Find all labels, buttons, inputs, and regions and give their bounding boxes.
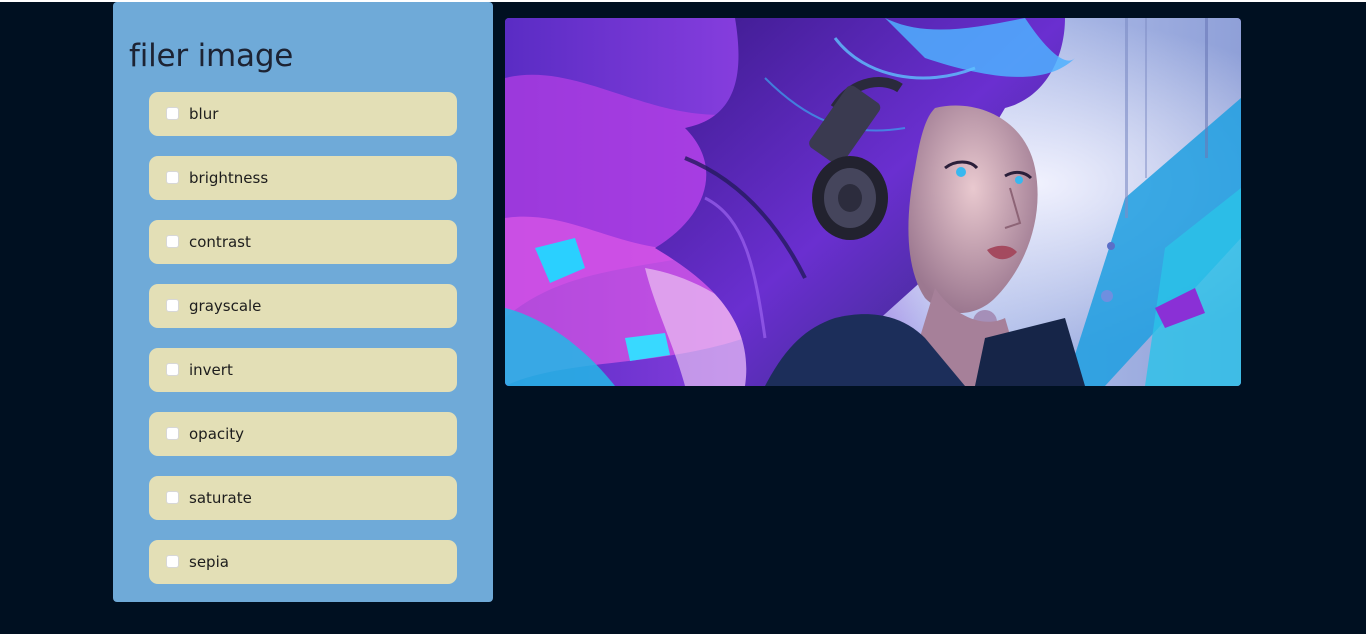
filter-item-contrast[interactable]: contrast bbox=[149, 220, 457, 264]
filter-item-sepia[interactable]: sepia bbox=[149, 540, 457, 584]
sepia-checkbox[interactable] bbox=[166, 555, 179, 568]
filter-list: blur brightness contrast grayscale inver… bbox=[149, 92, 457, 604]
filter-item-brightness[interactable]: brightness bbox=[149, 156, 457, 200]
filter-item-blur[interactable]: blur bbox=[149, 92, 457, 136]
filter-item-opacity[interactable]: opacity bbox=[149, 412, 457, 456]
panel-title: filer image bbox=[129, 38, 294, 74]
filter-label: opacity bbox=[189, 425, 245, 443]
filter-item-invert[interactable]: invert bbox=[149, 348, 457, 392]
filter-label: grayscale bbox=[189, 297, 262, 315]
filter-item-saturate[interactable]: saturate bbox=[149, 476, 457, 520]
filter-label: saturate bbox=[189, 489, 252, 507]
saturate-checkbox[interactable] bbox=[166, 491, 179, 504]
filter-panel: filer image blur brightness contrast gra… bbox=[113, 2, 493, 602]
woman-headphones-illustration bbox=[505, 18, 1241, 386]
opacity-checkbox[interactable] bbox=[166, 427, 179, 440]
preview-image bbox=[505, 18, 1241, 386]
filter-label: sepia bbox=[189, 553, 229, 571]
contrast-checkbox[interactable] bbox=[166, 235, 179, 248]
blur-checkbox[interactable] bbox=[166, 107, 179, 120]
filter-label: contrast bbox=[189, 233, 251, 251]
filter-label: invert bbox=[189, 361, 233, 379]
brightness-checkbox[interactable] bbox=[166, 171, 179, 184]
grayscale-checkbox[interactable] bbox=[166, 299, 179, 312]
invert-checkbox[interactable] bbox=[166, 363, 179, 376]
filter-label: brightness bbox=[189, 169, 269, 187]
filter-item-grayscale[interactable]: grayscale bbox=[149, 284, 457, 328]
filter-label: blur bbox=[189, 105, 219, 123]
